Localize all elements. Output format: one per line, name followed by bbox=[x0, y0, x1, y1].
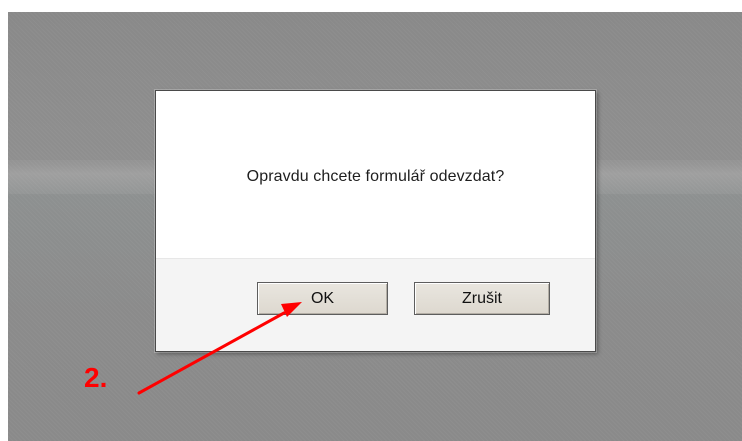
dialog-body: Opravdu chcete formulář odevzdat? bbox=[156, 91, 595, 258]
screen: { "dialog": { "message": "Opravdu chcete… bbox=[0, 0, 742, 441]
step-label: 2. bbox=[84, 362, 108, 393]
cancel-button[interactable]: Zrušit bbox=[414, 282, 550, 315]
dialog-message: Opravdu chcete formulář odevzdat? bbox=[246, 167, 505, 185]
confirm-dialog: Opravdu chcete formulář odevzdat? OK Zru… bbox=[155, 90, 596, 352]
ok-button[interactable]: OK bbox=[257, 282, 388, 315]
dialog-footer: OK Zrušit bbox=[156, 258, 595, 351]
